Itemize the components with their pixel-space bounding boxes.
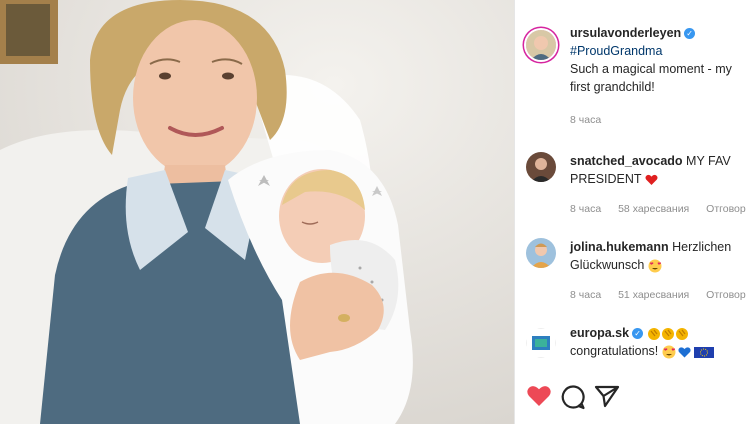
author-username[interactable]: ursulavonderleyen (570, 26, 681, 40)
post-time-text: 8 часа (570, 114, 602, 126)
post-action-bar (526, 384, 746, 416)
comment-item: snatched_avocado MY FAV PRESIDENT (570, 152, 746, 188)
comment-username[interactable]: europa.sk (570, 326, 629, 340)
comment-meta: 8 часа 58 харесвания Отговор (570, 203, 754, 215)
send-paper-plane-icon[interactable] (594, 384, 620, 408)
hashtag-link[interactable]: #ProudGrandma (570, 42, 746, 60)
comment-time: 8 часа (570, 289, 602, 301)
share-button[interactable] (594, 384, 622, 412)
comment-username[interactable]: jolina.hukemann (570, 240, 669, 254)
red-heart-icon (645, 174, 658, 185)
clapping-hands-emoji-icon (647, 327, 688, 340)
like-button[interactable] (526, 384, 554, 412)
post-caption: ursulavonderleyen ✓ #ProudGrandma Such a … (570, 24, 746, 96)
comment-bubble-icon[interactable] (560, 384, 586, 410)
reply-link[interactable]: Отговор (706, 289, 746, 301)
comment-text: congratulations! (570, 344, 659, 358)
heart-eyes-blue-heart-eu-flag-emoji-icon (662, 345, 714, 359)
reply-link[interactable]: Отговор (706, 203, 746, 215)
comment-item: jolina.hukemann Herzlichen Glückwunsch (570, 238, 746, 274)
comment-avatar[interactable] (526, 238, 556, 268)
caption-text: Such a magical moment - my first grandch… (570, 62, 732, 94)
post-time: 8 часа (570, 114, 615, 126)
comment-likes[interactable]: 58 харесвания (618, 203, 689, 215)
comment-avatar[interactable] (526, 328, 556, 358)
heart-icon[interactable] (526, 384, 552, 408)
heart-eyes-emoji-icon (648, 259, 662, 273)
verified-badge-icon: ✓ (684, 28, 696, 40)
comment-username[interactable]: snatched_avocado (570, 154, 683, 168)
author-avatar[interactable] (526, 30, 556, 60)
comment-button[interactable] (560, 384, 588, 412)
comment-likes[interactable]: 51 харесвания (618, 289, 689, 301)
post-photo (0, 0, 514, 424)
photo-illustration (0, 0, 514, 424)
comment-time: 8 часа (570, 203, 602, 215)
comment-item: europa.sk ✓ congratulations! (570, 324, 746, 360)
verified-badge-icon: ✓ (632, 328, 644, 340)
comment-meta: 8 часа 51 харесвания Отговор (570, 289, 754, 301)
comment-avatar[interactable] (526, 152, 556, 182)
